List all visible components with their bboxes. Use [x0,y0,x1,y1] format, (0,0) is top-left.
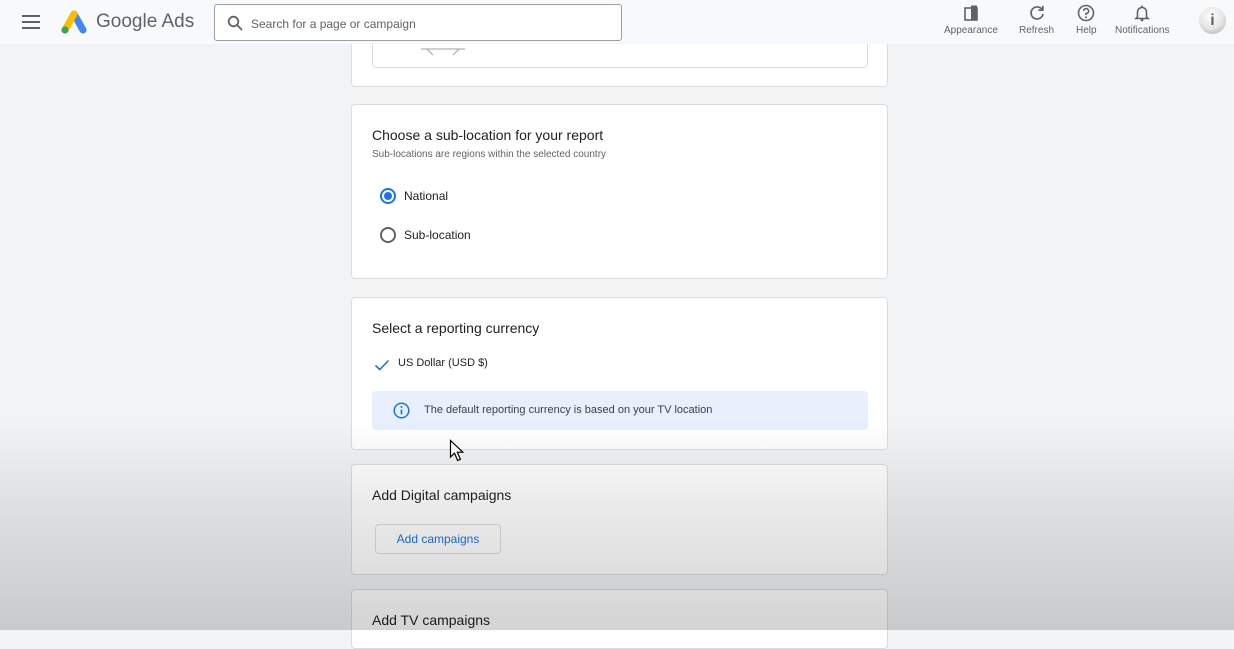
digital-campaigns-card: Add Digital campaigns Add campaigns [351,464,888,575]
currency-card: Select a reporting currency US Dollar (U… [351,297,888,450]
help-label: Help [1076,25,1097,36]
notifications-button[interactable]: Notifications [1115,4,1169,36]
appearance-label: Appearance [944,25,998,36]
radio-button-national[interactable] [380,188,396,204]
brand-name: Google Ads [96,11,195,32]
search-box[interactable] [214,4,622,41]
search-input[interactable] [249,13,613,35]
currency-title: Select a reporting currency [372,320,540,336]
top-bar: Google Ads Appearance Refresh Help [0,0,1234,44]
tv-campaigns-title: Add TV campaigns [372,612,491,628]
appearance-icon [964,5,978,21]
menu-icon[interactable] [22,15,40,29]
account-avatar[interactable]: i [1199,7,1226,34]
info-text: The default reporting currency is based … [424,404,713,416]
mouse-cursor-icon [449,439,465,462]
notifications-label: Notifications [1115,25,1170,36]
radio-label-sublocation: Sub-location [404,228,471,242]
info-icon [393,402,410,419]
refresh-label: Refresh [1019,25,1055,36]
info-icon: i [1210,11,1215,29]
sublocation-subtitle: Sub-locations are regions within the sel… [372,149,607,160]
help-icon [1077,4,1095,22]
appearance-button[interactable]: Appearance [944,4,998,36]
search-icon [227,15,243,31]
illustration-icon [421,48,465,56]
add-campaigns-button[interactable]: Add campaigns [375,524,501,554]
refresh-button[interactable]: Refresh [1019,4,1054,36]
tv-campaigns-card: Add TV campaigns [351,589,888,649]
radio-button-sublocation[interactable] [380,227,396,243]
info-banner: The default reporting currency is based … [372,391,868,430]
digital-campaigns-title: Add Digital campaigns [372,487,512,503]
check-icon [374,359,390,371]
sublocation-title: Choose a sub-location for your report [372,127,604,143]
help-button[interactable]: Help [1076,4,1097,36]
refresh-icon [1029,5,1044,20]
sublocation-card: Choose a sub-location for your report Su… [351,104,888,279]
selected-currency: US Dollar (USD $) [398,357,488,369]
google-ads-logo [61,10,87,34]
bell-icon [1134,5,1151,22]
radio-label-national: National [404,189,449,203]
